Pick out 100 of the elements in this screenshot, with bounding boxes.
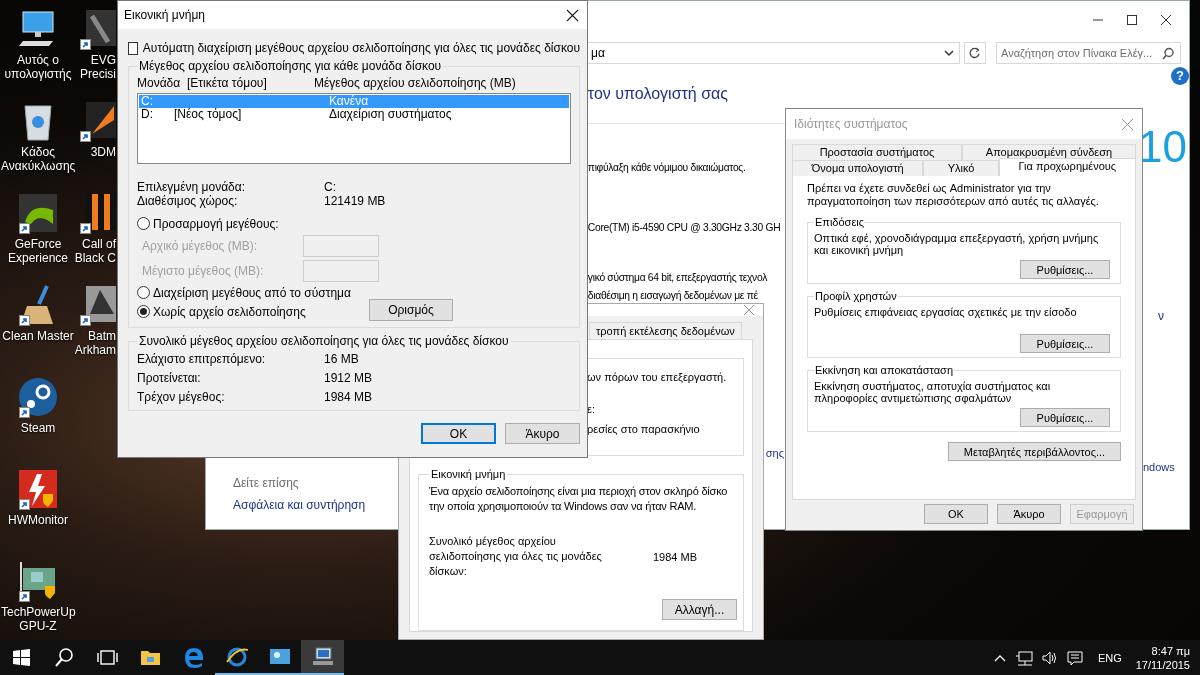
dialog-button[interactable]: OK: [421, 423, 496, 444]
checkbox[interactable]: [128, 41, 138, 55]
maximize-icon[interactable]: [1125, 14, 1139, 26]
desktop-shortcut[interactable]: Clean Master: [0, 284, 76, 376]
desktop-icon-label: HWMonitor: [7, 513, 69, 527]
refresh-button[interactable]: [964, 42, 986, 64]
link[interactable]: ndows: [1143, 461, 1175, 473]
desktop-shortcut[interactable]: EVG Precisi: [78, 8, 116, 100]
info-text: γικό σύστημα 64 bit, επεξεργαστής τεχνολ: [587, 272, 767, 283]
link[interactable]: ν: [1158, 309, 1164, 323]
info-text: πιφύλαξη κάθε νόμιμου δικαιώματος.: [587, 162, 746, 173]
link[interactable]: Ασφάλεια και συντήρηση: [233, 498, 366, 512]
group-text: ων πόρων του επεξεργαστή.: [587, 371, 728, 383]
list-cell-text: C:: [140, 95, 154, 108]
search-placeholder: Αναζήτηση στον Πίνακα Ελέγ...: [1000, 47, 1154, 59]
desktop-icon-label: Precisi: [80, 67, 116, 81]
group-description: Εκκίνηση συστήματος, αποτυχία συστήματος και πληροφορίες αντιμετώπισης σφαλμάτων: [814, 380, 1052, 406]
clock-date[interactable]: 17/11/2015: [1135, 657, 1190, 672]
edition-logo-text: 10: [1138, 125, 1187, 169]
info-value: 1984 MB: [324, 390, 374, 404]
radio-label: Χωρίς αρχείο σελιδοποίησης: [153, 304, 306, 319]
desktop-shortcut[interactable]: Κάδος Ανακύκλωσης: [0, 100, 76, 192]
list-cell-text: [Νέος τόμος]: [174, 108, 243, 121]
help-button[interactable]: ?: [1171, 67, 1189, 85]
close-icon[interactable]: [1159, 14, 1173, 26]
group-text: ρεσίες στο παρασκήνιο: [587, 423, 701, 435]
info-value: 121419 MB: [324, 194, 387, 208]
network-icon[interactable]: [1014, 649, 1033, 666]
info-text: διαθέσιμη η εισαγωγή δεδομένων με πέ: [587, 290, 758, 301]
tab[interactable]: Απομακρυσμένη σύνδεση: [962, 144, 1136, 160]
desktop-icon-label: Κάδος Ανακύκλωσης: [1, 145, 75, 173]
info-text: Core(TM) i5-4590 CPU @ 3.30GHz 3.30 GH: [587, 222, 781, 233]
search-field[interactable]: Αναζήτηση στον Πίνακα Ελέγ...: [996, 42, 1181, 64]
clock-time[interactable]: 8:47 πμ: [1151, 643, 1190, 658]
list-cell: Διαχείριση συστήματος: [329, 108, 452, 121]
dialog-button[interactable]: OK: [924, 504, 988, 524]
radio-button[interactable]: [137, 217, 150, 230]
desktop-shortcut[interactable]: GeForce Experience: [0, 192, 76, 284]
info-label: Προτείνεται:: [137, 371, 202, 385]
desktop-shortcut[interactable]: 3DM: [78, 100, 116, 192]
close-icon[interactable]: [566, 8, 579, 22]
info-label: Ελάχιστο επιτρεπόμενο:: [137, 352, 267, 366]
settings-button[interactable]: Ρυθμίσεις...: [1020, 334, 1110, 353]
radio-button[interactable]: [137, 286, 150, 299]
section-heading: Δείτε επίσης: [233, 476, 299, 490]
notice-text: Πρέπει να έχετε συνδεθεί ως Administrator για την πραγματοποίηση των περισσότερων από αυτές τις αλλαγές.: [807, 182, 1100, 208]
dialog-button[interactable]: Άκυρο: [997, 504, 1061, 524]
info-value: 1912 MB: [324, 371, 374, 385]
desktop-icon-label: Black C: [74, 251, 116, 265]
group-title: Μέγεθος αρχείου σελιδοποίησης για κάθε μονάδα δίσκου: [138, 59, 443, 73]
dropdown-caret-icon[interactable]: [943, 48, 955, 58]
desktop-icon-label: EVG: [90, 53, 116, 67]
refresh-icon: [968, 46, 982, 60]
total-value: 1984 MB: [653, 550, 698, 563]
speaker-icon[interactable]: [1040, 649, 1058, 666]
desktop-icon-label: Arkham: [74, 343, 116, 357]
desktop-icon-label: Call of: [82, 237, 116, 251]
info-value: C:: [324, 180, 337, 194]
info-label: Επιλεγμένη μονάδα:: [137, 180, 247, 194]
language-indicator[interactable]: ENG: [1097, 651, 1122, 664]
tab[interactable]: Όνομα υπολογιστή: [792, 160, 924, 176]
column-header: Μονάδα [Ετικέτα τόμου]: [137, 76, 268, 90]
list-cell: Κανένα: [329, 95, 369, 108]
tab[interactable]: Για προχωρημένους: [998, 158, 1136, 176]
environment-variables-button[interactable]: Μεταβλητές περιβάλλοντος...: [948, 442, 1121, 461]
desktop-icon-label: 3DM: [90, 145, 116, 159]
window-title: Ιδιότητες συστήματος: [794, 117, 908, 131]
notification-icon[interactable]: [1065, 649, 1084, 666]
info-label: Διαθέσιμος χώρος:: [137, 194, 239, 208]
group-description: Ρυθμίσεις επιφάνειας εργασίας σχετικές με την είσοδο: [814, 306, 1078, 320]
desktop-shortcut[interactable]: Αυτός ο υπολογιστής: [0, 8, 76, 100]
list-cell-text: D:: [140, 108, 154, 121]
tab[interactable]: τροπή εκτέλεσης δεδομένων: [589, 322, 742, 339]
dialog-button[interactable]: Άκυρο: [505, 423, 580, 444]
group-title: Εικονική μνήμη: [430, 468, 507, 480]
description-text: Ένα αρχείο σελιδοποίησης είναι μια περιοχή στον σκληρό δίσκο την οποία χρησιμοποιούν τα Windows σαν να ήταν RAM.: [429, 484, 729, 514]
radio-label: Προσαρμογή μεγέθους:: [153, 216, 279, 231]
group-title: Εκκίνηση και αποκατάσταση: [814, 364, 954, 376]
desktop-icon-label: Batm: [88, 329, 116, 343]
taskbar-button[interactable]: [301, 640, 344, 675]
drive-row[interactable]: D: [Νέος τόμος] Διαχείριση συστήματος: [139, 108, 569, 121]
group-title: Προφίλ χρηστών: [814, 290, 898, 302]
search-icon: [1162, 46, 1175, 60]
column-header: Μέγεθος αρχείου σελιδοποίησης (MB): [314, 76, 516, 90]
desktop-icon-label: Clean Master: [1, 329, 75, 343]
tab[interactable]: Προστασία συστήματος: [792, 144, 962, 160]
desktop-shortcut[interactable]: HWMonitor: [0, 468, 76, 560]
info-value: 16 MB: [324, 352, 360, 366]
settings-button[interactable]: Ρυθμίσεις...: [1020, 408, 1110, 427]
radio-button[interactable]: [137, 305, 150, 318]
link[interactable]: σης: [765, 447, 785, 459]
group-title: Επιδόσεις: [814, 216, 866, 228]
change-button[interactable]: Αλλαγή...: [662, 599, 737, 620]
set-button[interactable]: Ορισμός: [369, 299, 453, 321]
tab[interactable]: Υλικό: [923, 160, 999, 176]
desktop-shortcut[interactable]: Steam: [0, 376, 76, 468]
swirl-logo-icon: [17, 192, 59, 234]
settings-button[interactable]: Ρυθμίσεις...: [1020, 260, 1110, 279]
desktop-shortcut[interactable]: TechPowerUp GPU-Z: [0, 560, 76, 633]
address-bar[interactable]: μα: [586, 42, 960, 64]
